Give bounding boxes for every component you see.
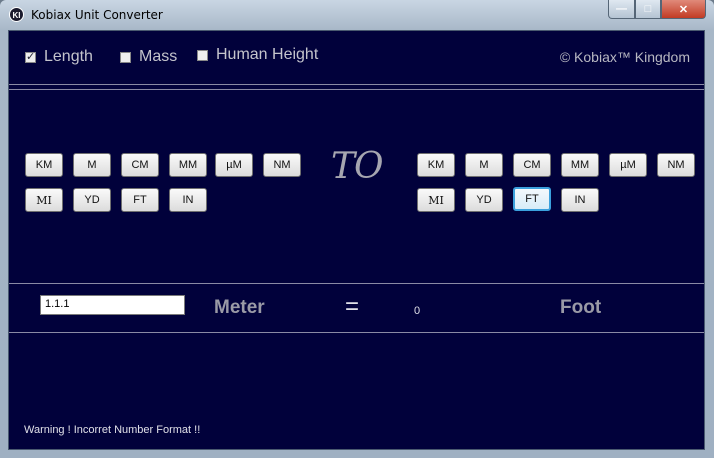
result-value: 0 — [414, 305, 421, 317]
app-logo-icon: KI — [9, 7, 24, 22]
to-unit-mi-button[interactable]: MI — [417, 188, 455, 212]
checkbox-checked-icon — [25, 50, 36, 63]
to-unit-nm-button[interactable]: NM — [657, 153, 695, 177]
from-unit-ft-button[interactable]: FT — [121, 188, 159, 212]
category-label: Length — [44, 48, 93, 65]
close-button[interactable]: ✕ — [661, 0, 706, 19]
from-unit-in-button[interactable]: IN — [169, 188, 207, 212]
from-unit-yd-button[interactable]: YD — [73, 188, 111, 212]
title-bar[interactable]: KI Kobiax Unit Converter — □ ✕ — [0, 0, 714, 30]
to-unit-cm-button[interactable]: CM — [513, 153, 551, 177]
to-unit-um-button[interactable]: µM — [609, 153, 647, 177]
maximize-button[interactable]: □ — [635, 0, 661, 19]
category-mass-checkbox[interactable]: Mass — [120, 48, 177, 66]
category-length-checkbox[interactable]: Length — [25, 48, 93, 66]
to-unit-mm-button[interactable]: MM — [561, 153, 599, 177]
warning-message: Warning ! Incorret Number Format !! — [24, 424, 201, 436]
window-controls: — □ ✕ — [608, 0, 706, 20]
divider — [9, 332, 704, 333]
category-human-height-checkbox[interactable]: Human Height — [197, 46, 318, 64]
from-unit-nm-button[interactable]: NM — [263, 153, 301, 177]
from-unit-cm-button[interactable]: CM — [121, 153, 159, 177]
from-unit-m-button[interactable]: M — [73, 153, 111, 177]
from-unit-km-button[interactable]: KM — [25, 153, 63, 177]
to-unit-km-button[interactable]: KM — [417, 153, 455, 177]
equals-sign: = — [345, 293, 360, 320]
category-label: Human Height — [216, 46, 319, 63]
category-label: Mass — [139, 48, 178, 65]
copyright-label: © Kobiax™ Kingdom — [559, 49, 690, 65]
divider — [9, 283, 704, 284]
converter-panel: Length Mass Human Height © Kobiax™ Kingd… — [8, 30, 705, 450]
window-title: Kobiax Unit Converter — [31, 8, 163, 22]
to-label: TO — [331, 146, 384, 187]
to-unit-name: Foot — [560, 297, 602, 318]
from-unit-um-button[interactable]: µM — [215, 153, 253, 177]
from-unit-mm-button[interactable]: MM — [169, 153, 207, 177]
to-unit-ft-button[interactable]: FT — [513, 187, 551, 211]
app-window: KI Kobiax Unit Converter — □ ✕ Length Ma… — [0, 0, 714, 458]
to-unit-m-button[interactable]: M — [465, 153, 503, 177]
checkbox-icon — [120, 51, 131, 63]
minimize-button[interactable]: — — [608, 0, 635, 19]
divider — [9, 89, 704, 90]
value-input[interactable]: 1.1.1 — [40, 295, 185, 315]
divider — [9, 84, 704, 85]
to-unit-yd-button[interactable]: YD — [465, 188, 503, 212]
to-unit-in-button[interactable]: IN — [561, 188, 599, 212]
from-unit-name: Meter — [214, 297, 265, 318]
from-unit-mi-button[interactable]: MI — [25, 188, 63, 212]
checkbox-icon — [197, 49, 208, 61]
